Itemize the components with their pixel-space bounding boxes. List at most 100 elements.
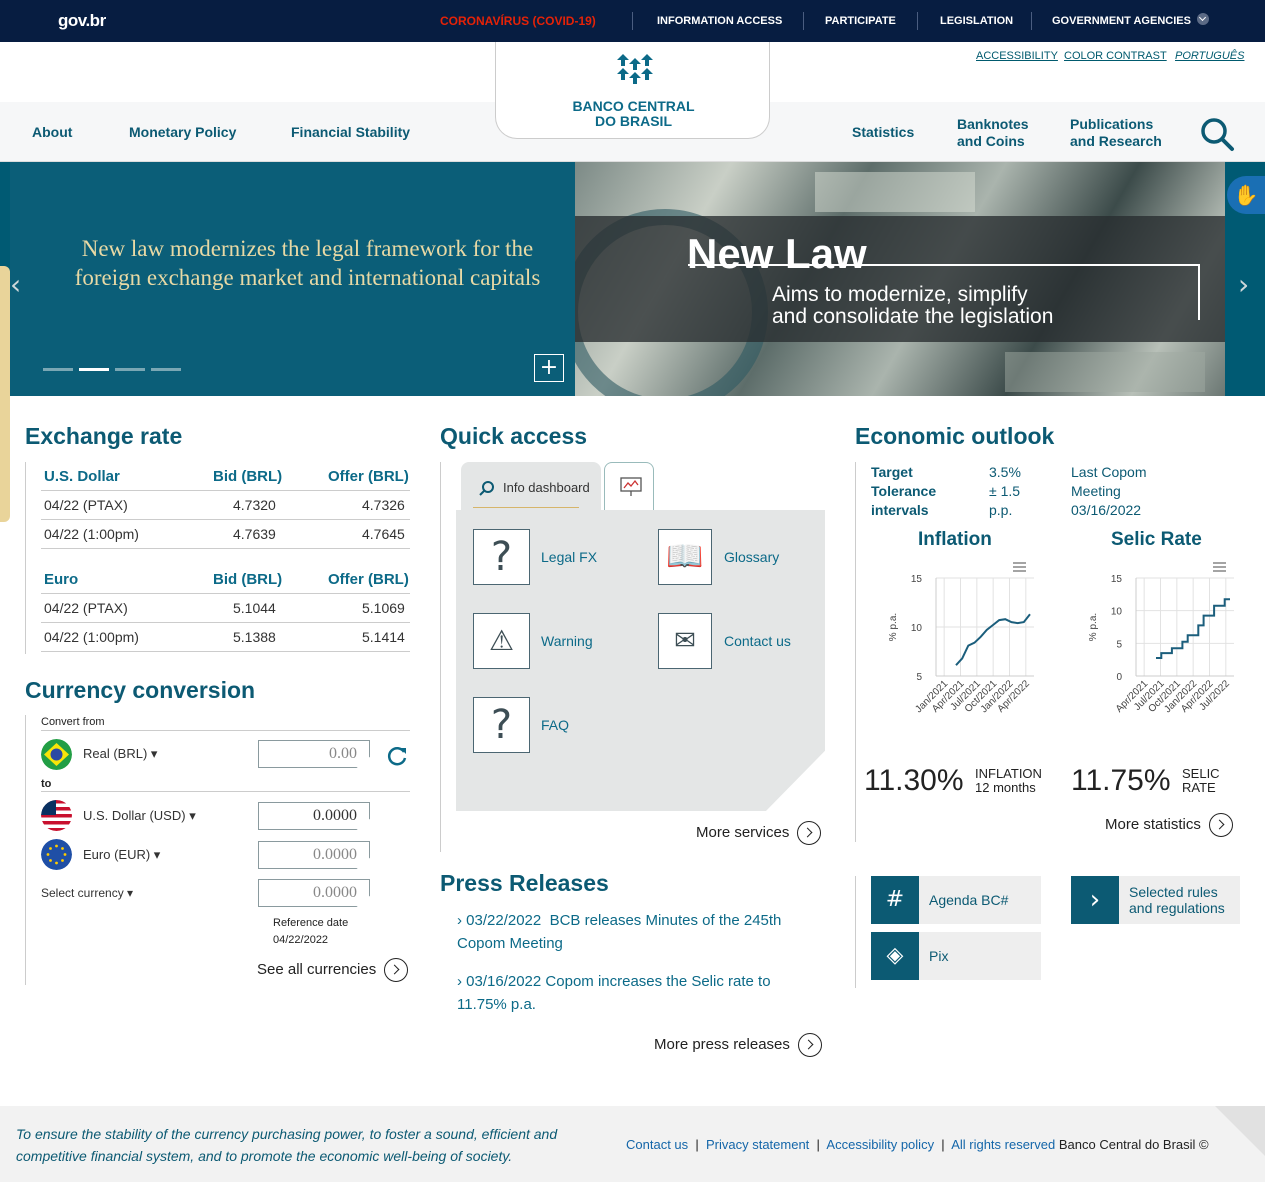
- side-drawer-tab[interactable]: [0, 266, 10, 522]
- press-item-2-date: 03/16/2022: [466, 973, 542, 990]
- carousel-dot-4[interactable]: [151, 368, 181, 371]
- glossary-link[interactable]: Glossary: [724, 549, 779, 565]
- economic-outlook-title: Economic outlook: [855, 423, 1055, 449]
- divider: [855, 462, 856, 842]
- warning-icon[interactable]: ⚠: [473, 613, 530, 669]
- y-axis-label: % p.a.: [1088, 613, 1099, 641]
- language-link[interactable]: PORTUGUÊS: [1175, 50, 1244, 62]
- selic-label: SELIC RATE: [1182, 767, 1220, 795]
- carousel-next-icon[interactable]: ›: [1238, 268, 1249, 301]
- refresh-icon[interactable]: [386, 745, 408, 767]
- carousel-dot-2[interactable]: [79, 368, 109, 371]
- eur-row-1-date: 04/22 (PTAX): [44, 600, 128, 616]
- presentation-icon: [620, 477, 642, 496]
- eur-amount-output[interactable]: 0.0000: [258, 841, 370, 869]
- nav-publications-line1: Publications: [1070, 116, 1154, 132]
- other-amount-output[interactable]: 0.0000: [258, 879, 370, 907]
- legislation-link[interactable]: LEGISLATION: [940, 15, 1013, 27]
- from-currency-select[interactable]: Real (BRL) ▾: [83, 746, 157, 762]
- nav-about[interactable]: About: [32, 124, 72, 141]
- eur-currency-select[interactable]: Euro (EUR) ▾: [83, 847, 160, 863]
- nav-statistics[interactable]: Statistics: [852, 124, 914, 141]
- usd-currency-select[interactable]: U.S. Dollar (USD) ▾: [83, 808, 196, 824]
- copom-date: 03/16/2022: [1071, 502, 1142, 518]
- divider: [41, 548, 410, 549]
- select-currency-dropdown[interactable]: Select currency ▾: [41, 886, 133, 900]
- contact-card-icon[interactable]: ✉: [658, 613, 712, 669]
- divider: [41, 730, 410, 731]
- divider: [25, 715, 26, 985]
- nav-banknotes[interactable]: Banknotes and Coins: [957, 116, 1029, 150]
- chevron-down-icon: [1196, 13, 1209, 26]
- from-amount-input[interactable]: 0.00: [258, 740, 370, 768]
- usd-amount-output[interactable]: 0.0000: [258, 802, 370, 830]
- information-access-link[interactable]: INFORMATION ACCESS: [657, 15, 782, 27]
- accessibility-link[interactable]: ACCESSIBILITY: [976, 50, 1058, 62]
- see-all-currencies-link[interactable]: See all currencies: [257, 958, 409, 982]
- tab-info-dashboard[interactable]: Info dashboard: [461, 462, 601, 512]
- more-statistics-link[interactable]: More statistics: [1105, 813, 1233, 837]
- selected-rules-tile[interactable]: › Selected rules and regulations: [1071, 876, 1240, 924]
- nav-banknotes-line2: and Coins: [957, 133, 1025, 149]
- selected-rules-line2: and regulations: [1129, 900, 1225, 916]
- copom-info[interactable]: Last Copom Meeting 03/16/2022: [1071, 463, 1146, 520]
- see-all-currencies-label: See all currencies: [257, 960, 377, 978]
- divider: [917, 12, 918, 30]
- divider: [41, 622, 410, 623]
- hero-caption[interactable]: New law modernizes the legal framework f…: [50, 234, 565, 292]
- y-tick-label: 5: [916, 672, 922, 683]
- eur-row-2-bid: 5.1388: [233, 629, 276, 645]
- more-services-label: More services: [696, 823, 790, 841]
- bcb-logo[interactable]: BANCO CENTRAL DO BRASIL: [495, 42, 770, 139]
- nav-monetary-policy[interactable]: Monetary Policy: [129, 124, 236, 141]
- eur-row-1-offer: 5.1069: [362, 600, 405, 616]
- inflation-sub-text: 12 months: [975, 780, 1036, 795]
- y-tick-label: 10: [911, 623, 923, 634]
- footer-contact-link[interactable]: Contact us: [626, 1137, 688, 1152]
- faq-icon[interactable]: ?: [473, 697, 530, 753]
- expand-button[interactable]: +: [534, 354, 564, 382]
- faq-link[interactable]: FAQ: [541, 717, 569, 733]
- hero-subtitle-line1: Aims to modernize, simplify: [772, 283, 1028, 306]
- chevron-right-icon: [797, 1033, 822, 1057]
- participate-link[interactable]: PARTICIPATE: [825, 15, 896, 27]
- footer-rights-link[interactable]: All rights reserved: [951, 1137, 1055, 1152]
- press-item-2[interactable]: › 03/16/2022 Copom increases the Selic r…: [457, 970, 817, 1016]
- press-item-1-text: BCB releases Minutes of the 245th: [549, 912, 782, 929]
- y-tick-label: 5: [1116, 639, 1122, 650]
- agenda-bc-tile[interactable]: # Agenda BC#: [871, 876, 1041, 924]
- sign-language-icon[interactable]: ✋: [1227, 176, 1265, 214]
- footer-privacy-link[interactable]: Privacy statement: [706, 1137, 809, 1152]
- press-item-1[interactable]: › 03/22/2022 BCB releases Minutes of the…: [457, 909, 817, 955]
- legal-fx-link[interactable]: Legal FX: [541, 549, 597, 565]
- search-icon[interactable]: [1199, 116, 1235, 152]
- inflation-label: INFLATION 12 months: [975, 767, 1042, 795]
- chevron-right-icon: [1208, 813, 1233, 837]
- divider: [41, 519, 410, 520]
- carousel-prev-icon[interactable]: ‹: [10, 268, 21, 301]
- usd-row-2-date: 04/22 (1:00pm): [44, 526, 139, 542]
- nav-publications[interactable]: Publications and Research: [1070, 116, 1162, 150]
- tab-presentation[interactable]: [604, 462, 654, 510]
- usd-row-1-bid: 4.7320: [233, 497, 276, 513]
- government-agencies-link[interactable]: GOVERNMENT AGENCIES: [1052, 13, 1209, 27]
- footer-accessibility-link[interactable]: Accessibility policy: [826, 1137, 934, 1152]
- warning-link[interactable]: Warning: [541, 633, 593, 649]
- usd-row-1-offer: 4.7326: [362, 497, 405, 513]
- govbr-logo[interactable]: gov.br: [58, 11, 106, 31]
- carousel-dot-3[interactable]: [115, 368, 145, 371]
- color-contrast-link[interactable]: COLOR CONTRAST: [1064, 50, 1167, 62]
- selic-label-line2: RATE: [1182, 780, 1216, 795]
- nav-financial-stability[interactable]: Financial Stability: [291, 124, 410, 141]
- question-icon[interactable]: ?: [473, 529, 530, 585]
- more-press-releases-link[interactable]: More press releases: [654, 1033, 822, 1057]
- more-services-link[interactable]: More services: [696, 821, 822, 845]
- pix-tile[interactable]: ◈ Pix: [871, 932, 1041, 980]
- glossary-book-icon[interactable]: 📖: [658, 529, 712, 585]
- intervals-value: p.p.: [989, 502, 1013, 518]
- carousel-dot-1[interactable]: [43, 368, 73, 371]
- agenda-bc-label: Agenda BC#: [929, 892, 1009, 908]
- contact-us-link[interactable]: Contact us: [724, 633, 791, 649]
- covid-link[interactable]: CORONAVÍRUS (COVID-19): [440, 14, 596, 28]
- y-axis-label: % p.a.: [888, 613, 899, 641]
